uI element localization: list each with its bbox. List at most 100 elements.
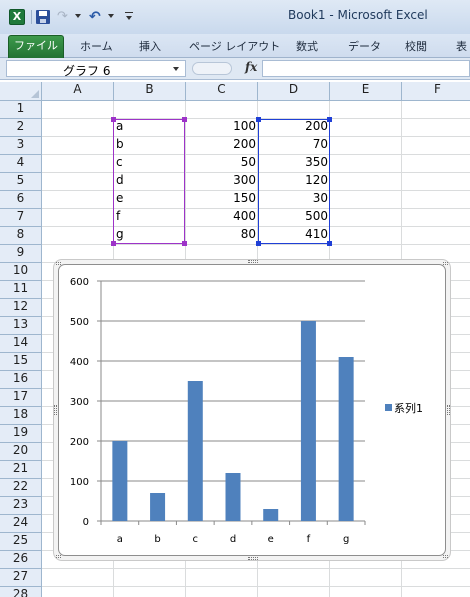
resize-handle[interactable] bbox=[54, 405, 57, 415]
bar-g bbox=[338, 357, 354, 521]
legend-label: 系列1 bbox=[394, 401, 423, 415]
name-box-dropdown-icon[interactable] bbox=[173, 67, 179, 71]
range-handle[interactable] bbox=[111, 117, 116, 122]
tab-page-layout[interactable]: ページ レイアウト bbox=[189, 38, 280, 54]
row-header-17[interactable]: 17 bbox=[0, 389, 42, 407]
x-tick-label: c bbox=[193, 534, 199, 545]
grid-row-line bbox=[42, 568, 470, 569]
column-header-f[interactable]: F bbox=[402, 82, 470, 101]
tab-file[interactable]: ファイル bbox=[8, 35, 64, 58]
row-header-11[interactable]: 11 bbox=[0, 281, 42, 299]
cell-c7[interactable]: 400 bbox=[186, 209, 258, 227]
column-header-e[interactable]: E bbox=[330, 82, 402, 101]
row-header-20[interactable]: 20 bbox=[0, 443, 42, 461]
column-header-c[interactable]: C bbox=[186, 82, 258, 101]
cell-c6[interactable]: 150 bbox=[186, 191, 258, 209]
category-range-highlight[interactable] bbox=[113, 119, 185, 244]
row-header-19[interactable]: 19 bbox=[0, 425, 42, 443]
row-header-23[interactable]: 23 bbox=[0, 497, 42, 515]
row-header-18[interactable]: 18 bbox=[0, 407, 42, 425]
tab-home[interactable]: ホーム bbox=[80, 38, 113, 54]
y-tick-label: 600 bbox=[70, 277, 89, 288]
y-tick-label: 500 bbox=[70, 317, 89, 328]
name-box-value: グラフ 6 bbox=[63, 64, 111, 78]
column-header-b[interactable]: B bbox=[114, 82, 186, 101]
cell-c5[interactable]: 300 bbox=[186, 173, 258, 191]
range-handle[interactable] bbox=[327, 241, 332, 246]
undo-icon[interactable]: ↶ bbox=[89, 9, 101, 25]
resize-handle[interactable] bbox=[248, 260, 258, 263]
row-header-15[interactable]: 15 bbox=[0, 353, 42, 371]
y-tick-label: 300 bbox=[70, 397, 89, 408]
resize-handle[interactable] bbox=[248, 557, 258, 560]
tab-view[interactable]: 表 bbox=[456, 38, 467, 54]
range-handle[interactable] bbox=[182, 241, 187, 246]
x-tick-label: b bbox=[154, 534, 160, 545]
row-header-1[interactable]: 1 bbox=[0, 101, 42, 119]
row-header-22[interactable]: 22 bbox=[0, 479, 42, 497]
range-handle[interactable] bbox=[182, 117, 187, 122]
bar-chart[interactable]: 0 100 200 300 400 500 600 a b c d e f g 系列1 bbox=[58, 264, 446, 556]
tab-formulas[interactable]: 数式 bbox=[296, 38, 318, 54]
row-header-10[interactable]: 10 bbox=[0, 263, 42, 281]
row-header-9[interactable]: 9 bbox=[0, 245, 42, 263]
customize-quick-access-icon[interactable] bbox=[125, 12, 133, 22]
resize-handle[interactable] bbox=[447, 405, 450, 415]
row-header-12[interactable]: 12 bbox=[0, 299, 42, 317]
cell-c2[interactable]: 100 bbox=[186, 119, 258, 137]
row-header-13[interactable]: 13 bbox=[0, 317, 42, 335]
redo-icon[interactable]: ↷ bbox=[57, 9, 68, 25]
row-header-6[interactable]: 6 bbox=[0, 191, 42, 209]
legend-swatch bbox=[385, 404, 392, 411]
formula-bar-handle[interactable] bbox=[192, 62, 232, 75]
row-header-14[interactable]: 14 bbox=[0, 335, 42, 353]
row-header-8[interactable]: 8 bbox=[0, 227, 42, 245]
redo-dropdown-icon[interactable] bbox=[75, 14, 81, 18]
cell-c4[interactable]: 50 bbox=[186, 155, 258, 173]
x-tick-label: a bbox=[117, 534, 123, 545]
row-header-5[interactable]: 5 bbox=[0, 173, 42, 191]
value-range-highlight[interactable] bbox=[258, 119, 330, 244]
row-header-26[interactable]: 26 bbox=[0, 551, 42, 569]
range-handle[interactable] bbox=[327, 117, 332, 122]
range-handle[interactable] bbox=[111, 241, 116, 246]
bar-a bbox=[112, 441, 128, 521]
formula-input[interactable] bbox=[262, 60, 470, 77]
bar-c bbox=[187, 381, 203, 521]
y-tick-label: 400 bbox=[70, 357, 89, 368]
tab-review[interactable]: 校閲 bbox=[405, 38, 427, 54]
row-header-24[interactable]: 24 bbox=[0, 515, 42, 533]
row-header-4[interactable]: 4 bbox=[0, 155, 42, 173]
column-header-a[interactable]: A bbox=[42, 82, 114, 101]
row-header-16[interactable]: 16 bbox=[0, 371, 42, 389]
row-header-25[interactable]: 25 bbox=[0, 533, 42, 551]
row-header-27[interactable]: 27 bbox=[0, 569, 42, 587]
save-icon[interactable] bbox=[36, 10, 50, 24]
insert-function-icon[interactable]: fx bbox=[245, 60, 257, 74]
select-all-button[interactable] bbox=[0, 82, 42, 101]
y-tick-label: 0 bbox=[83, 517, 89, 528]
range-handle[interactable] bbox=[256, 117, 261, 122]
formula-bar: グラフ 6 fx bbox=[0, 58, 470, 80]
title-bar: X ↷ ↶ Book1 - Microsoft Excel bbox=[0, 0, 470, 34]
row-header-2[interactable]: 2 bbox=[0, 119, 42, 137]
row-header-28[interactable]: 28 bbox=[0, 587, 42, 597]
bar-e bbox=[263, 509, 279, 521]
grid-row-line bbox=[42, 586, 470, 587]
column-header-d[interactable]: D bbox=[258, 82, 330, 101]
y-tick-label: 100 bbox=[70, 477, 89, 488]
tab-insert[interactable]: 挿入 bbox=[139, 38, 161, 54]
excel-icon[interactable]: X bbox=[9, 9, 25, 25]
cell-c3[interactable]: 200 bbox=[186, 137, 258, 155]
ribbon-tabs: ファイル ホーム 挿入 ページ レイアウト 数式 データ 校閲 表 bbox=[0, 34, 470, 58]
undo-dropdown-icon[interactable] bbox=[108, 14, 114, 18]
bar-b bbox=[150, 493, 166, 521]
row-header-7[interactable]: 7 bbox=[0, 209, 42, 227]
y-tick-label: 200 bbox=[70, 437, 89, 448]
row-header-21[interactable]: 21 bbox=[0, 461, 42, 479]
cell-c8[interactable]: 80 bbox=[186, 227, 258, 245]
range-handle[interactable] bbox=[256, 241, 261, 246]
tab-data[interactable]: データ bbox=[348, 38, 381, 54]
name-box[interactable]: グラフ 6 bbox=[6, 60, 186, 78]
row-header-3[interactable]: 3 bbox=[0, 137, 42, 155]
